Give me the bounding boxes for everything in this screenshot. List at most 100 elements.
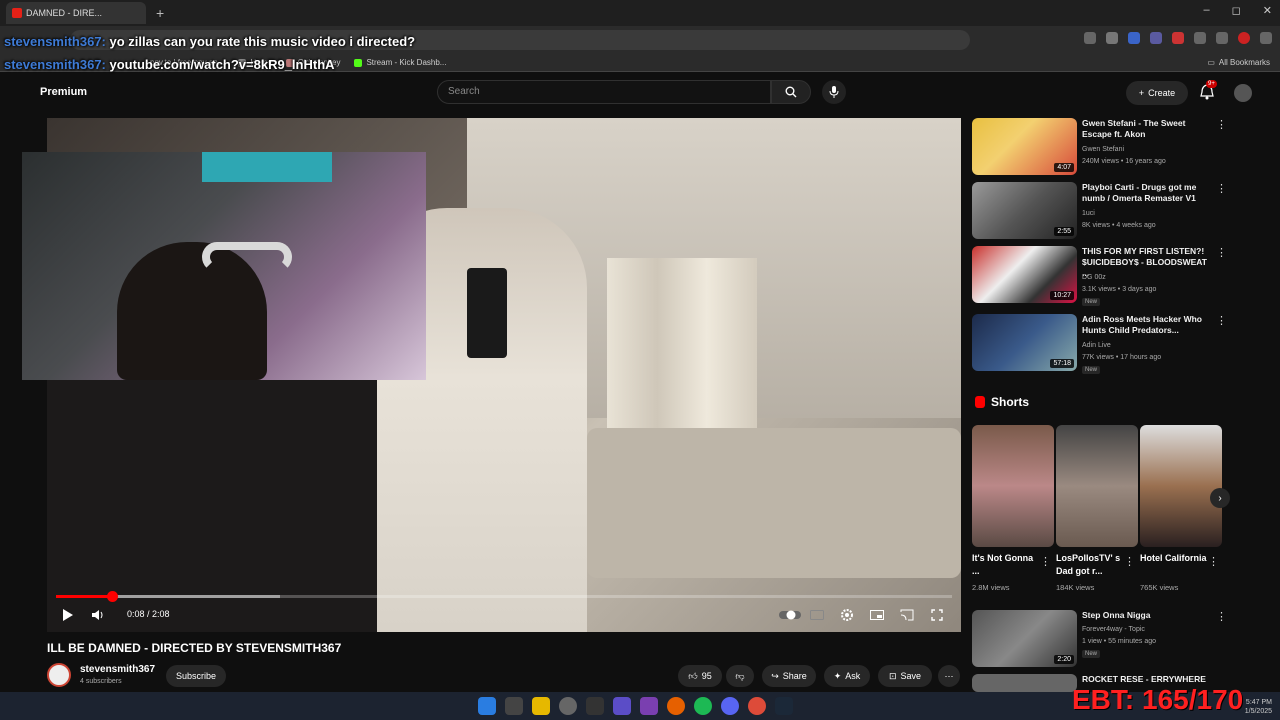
search-icon[interactable] [505, 697, 523, 715]
play-button[interactable] [58, 606, 78, 624]
recommendation-channel: DG 00z [1082, 274, 1106, 281]
minimize-button[interactable]: – [1204, 4, 1210, 17]
app-icon[interactable] [559, 697, 577, 715]
create-button[interactable]: + Create [1126, 81, 1188, 105]
recommendation-item[interactable]: 2:55 Playboi Carti - Drugs got me numb /… [972, 182, 1232, 242]
subscribe-button[interactable]: Subscribe [166, 665, 226, 687]
chat-username: stevensmith367: [4, 57, 106, 72]
progress-scrubber[interactable] [107, 591, 118, 602]
thumbs-up-icon: 👍︎ [688, 670, 698, 681]
browser-tab[interactable]: DAMNED - DIRE... [6, 2, 146, 24]
short-title[interactable]: Hotel California [1140, 552, 1210, 565]
system-clock[interactable]: 5:47 PM 1/5/2025 [1245, 698, 1272, 716]
subscriber-count: 4 subscribers [80, 678, 122, 685]
short-thumbnail[interactable] [1056, 425, 1138, 547]
recommendation-item[interactable]: 4:07 Gwen Stefani - The Sweet Escape ft.… [972, 118, 1232, 178]
short-title[interactable]: It's Not Gonna ... [972, 552, 1042, 578]
thumbs-down-icon: 👎︎ [735, 670, 745, 681]
miniplayer-icon [870, 610, 884, 620]
maximize-button[interactable]: ◻ [1232, 4, 1241, 17]
search-button[interactable] [771, 80, 811, 104]
recommendation-channel: Gwen Stefani [1082, 146, 1125, 153]
dislike-button[interactable]: 👎︎ [726, 665, 754, 687]
all-bookmarks[interactable]: ▭ All Bookmarks [1207, 58, 1270, 67]
chat-text: yo zillas can you rate this music video … [109, 34, 416, 49]
spotify-icon[interactable] [694, 697, 712, 715]
more-options-icon[interactable]: ⋮ [1124, 555, 1135, 568]
more-options-icon[interactable]: ⋮ [1216, 610, 1227, 623]
folder-icon[interactable] [532, 697, 550, 715]
share-icon: ↪ [771, 670, 779, 681]
discord-icon[interactable] [721, 697, 739, 715]
captions-icon [810, 610, 824, 620]
ask-button[interactable]: ✦ Ask [824, 665, 870, 687]
youtube-header: Premium Search + Create 9+ [0, 72, 1280, 114]
extension-icon[interactable] [1150, 32, 1162, 44]
puzzle-icon[interactable] [1194, 32, 1206, 44]
recommendation-meta: 240M views • 16 years ago [1082, 158, 1166, 165]
youtube-logo[interactable]: Premium [40, 86, 87, 98]
captions-button[interactable] [808, 606, 826, 624]
webcam-headphones [202, 242, 292, 272]
close-button[interactable]: ✕ [1263, 4, 1272, 17]
fullscreen-button[interactable] [928, 606, 946, 624]
more-options-icon[interactable]: ⋮ [1216, 246, 1227, 259]
new-tab-button[interactable]: + [156, 5, 164, 21]
duration-badge: 57:18 [1050, 359, 1074, 368]
cast-button[interactable] [898, 606, 916, 624]
ebt-counter-overlay: EBT: 165/170 [1072, 684, 1244, 715]
new-badge: New [1082, 298, 1101, 306]
short-title[interactable]: LosPollosTV' s Dad got r... [1056, 552, 1126, 578]
more-options-icon[interactable]: ⋮ [1216, 182, 1227, 195]
recommendation-item[interactable]: 2:20 Step Onna Nigga Forever4way - Topic… [972, 610, 1232, 670]
recommendation-item[interactable]: 10:27 THIS FOR MY FIRST LISTEN?! $UICIDE… [972, 246, 1232, 306]
miniplayer-button[interactable] [868, 606, 886, 624]
chat-message: stevensmith367: youtube.com/watch?v=8kR9… [4, 55, 424, 74]
more-options-icon[interactable]: ⋮ [1208, 555, 1219, 568]
start-icon[interactable] [478, 697, 496, 715]
recommendation-item[interactable]: 57:18 Adin Ross Meets Hacker Who Hunts C… [972, 314, 1232, 374]
star-icon[interactable] [1106, 32, 1118, 44]
channel-name[interactable]: stevensmith367 [80, 664, 155, 675]
autoplay-toggle[interactable] [778, 606, 802, 624]
channel-avatar[interactable] [47, 663, 71, 687]
recommendation-channel: 1uci [1082, 210, 1095, 217]
recommendation-meta: 1 view • 55 minutes ago [1082, 638, 1157, 645]
share-button[interactable]: ↪ Share [762, 665, 816, 687]
short-thumbnail[interactable] [972, 425, 1054, 547]
app-icon[interactable] [586, 697, 604, 715]
extension-icon[interactable] [1172, 32, 1184, 44]
shorts-next-button[interactable]: › [1210, 488, 1230, 508]
extension-icon[interactable] [1128, 32, 1140, 44]
recommendation-meta: 3.1K views • 3 days ago [1082, 286, 1157, 293]
recommendation-thumbnail: 57:18 [972, 314, 1077, 371]
app-icon[interactable] [640, 697, 658, 715]
firefox-icon[interactable] [667, 697, 685, 715]
app-icon[interactable] [613, 697, 631, 715]
recommendation-thumbnail [972, 674, 1077, 692]
more-options-icon[interactable]: ⋮ [1216, 314, 1227, 327]
save-button[interactable]: ⊡ Save [878, 665, 932, 687]
play-icon [63, 609, 73, 621]
settings-button[interactable] [838, 606, 856, 624]
short-thumbnail[interactable] [1140, 425, 1222, 547]
profile-icon[interactable] [1238, 32, 1250, 44]
search-input[interactable]: Search [437, 80, 771, 104]
more-actions-button[interactable]: ⋯ [938, 665, 960, 687]
video-frame-object [467, 268, 507, 358]
like-button[interactable]: 👍︎ 95 [678, 665, 722, 687]
mute-button[interactable] [88, 606, 108, 624]
more-options-icon[interactable]: ⋮ [1040, 555, 1051, 568]
menu-icon[interactable] [1260, 32, 1272, 44]
voice-search-button[interactable] [822, 80, 846, 104]
recommendation-thumbnail: 2:20 [972, 610, 1077, 667]
screen: DAMNED - DIRE... + – ◻ ✕ ppv.to | free p… [0, 0, 1280, 720]
more-options-icon[interactable]: ⋮ [1216, 118, 1227, 131]
account-avatar[interactable] [1234, 84, 1252, 102]
sidebar-icon[interactable] [1216, 32, 1228, 44]
extension-icon[interactable] [1084, 32, 1096, 44]
recommendation-title: Step Onna Nigga [1082, 610, 1151, 620]
chrome-icon[interactable] [748, 697, 766, 715]
new-badge: New [1082, 650, 1101, 658]
steam-icon[interactable] [775, 697, 793, 715]
